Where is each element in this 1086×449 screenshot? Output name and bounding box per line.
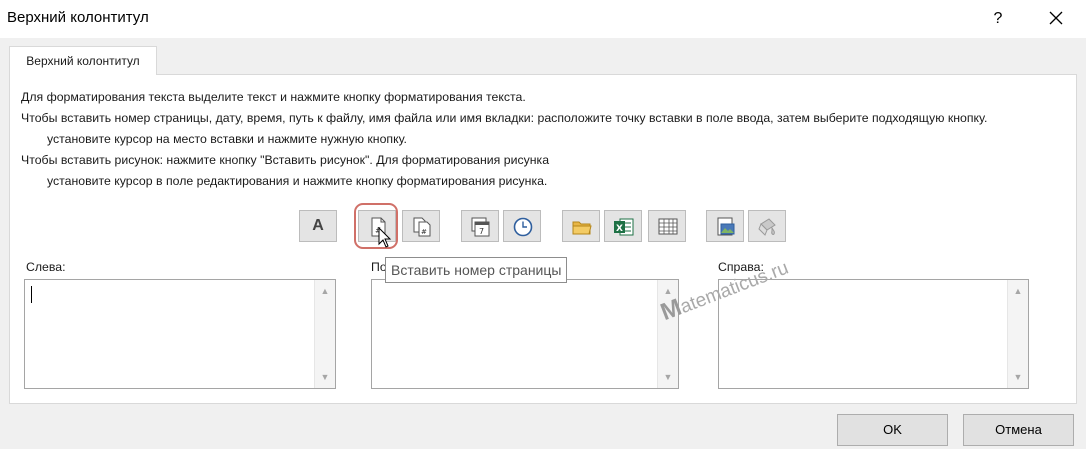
page-count-icon: # bbox=[413, 217, 431, 237]
ok-button[interactable]: OK bbox=[837, 414, 948, 446]
title-bar: Верхний колонтитул ? bbox=[0, 0, 1086, 38]
insert-sheet-name-button[interactable] bbox=[648, 210, 686, 242]
scroll-up-icon[interactable]: ▲ bbox=[1008, 282, 1028, 300]
insert-page-count-button[interactable]: # bbox=[402, 210, 440, 242]
close-button[interactable] bbox=[1036, 4, 1076, 34]
instruction-line-3: установите курсор на место вставки и наж… bbox=[47, 132, 407, 146]
format-text-button[interactable]: A bbox=[299, 210, 337, 242]
insert-file-path-button[interactable] bbox=[562, 210, 600, 242]
scroll-down-icon[interactable]: ▼ bbox=[1008, 368, 1028, 386]
svg-text:7: 7 bbox=[479, 227, 484, 236]
svg-text:#: # bbox=[421, 228, 427, 236]
text-caret bbox=[31, 286, 32, 303]
insert-time-button[interactable] bbox=[503, 210, 541, 242]
close-icon bbox=[1049, 11, 1063, 25]
left-section-input[interactable]: ▲ ▼ bbox=[24, 279, 336, 389]
left-section-scrollbar[interactable]: ▲ ▼ bbox=[314, 280, 335, 388]
instruction-line-2: Чтобы вставить номер страницы, дату, вре… bbox=[21, 111, 988, 125]
date-icon: 7 bbox=[471, 217, 490, 237]
instruction-line-4: Чтобы вставить рисунок: нажмите кнопку "… bbox=[21, 153, 550, 167]
format-text-icon: A bbox=[312, 217, 324, 234]
insert-date-button[interactable]: 7 bbox=[461, 210, 499, 242]
sheet-name-icon bbox=[658, 218, 678, 235]
file-path-icon bbox=[572, 221, 592, 235]
tab-header[interactable]: Верхний колонтитул bbox=[9, 46, 157, 75]
cancel-button[interactable]: Отмена bbox=[963, 414, 1074, 446]
tooltip: Вставить номер страницы bbox=[385, 257, 568, 283]
window-title: Верхний колонтитул bbox=[7, 9, 149, 26]
scroll-up-icon[interactable]: ▲ bbox=[315, 282, 335, 300]
format-picture-button[interactable] bbox=[748, 210, 786, 242]
right-section-input[interactable]: ▲ ▼ bbox=[718, 279, 1029, 389]
time-icon bbox=[513, 217, 533, 237]
instruction-line-5: установите курсор в поле редактирования … bbox=[47, 174, 548, 188]
format-picture-icon bbox=[758, 218, 776, 236]
left-section-label: Слева: bbox=[26, 260, 66, 274]
scroll-down-icon[interactable]: ▼ bbox=[315, 368, 335, 386]
insert-picture-icon bbox=[717, 217, 735, 236]
center-section-input[interactable]: ▲ ▼ bbox=[371, 279, 679, 389]
insert-picture-button[interactable] bbox=[706, 210, 744, 242]
insert-file-name-button[interactable]: X bbox=[604, 210, 642, 242]
right-section-scrollbar[interactable]: ▲ ▼ bbox=[1007, 280, 1028, 388]
file-name-icon: X bbox=[614, 218, 634, 236]
mouse-cursor-icon bbox=[378, 227, 392, 248]
instruction-line-1: Для форматирования текста выделите текст… bbox=[21, 90, 526, 104]
help-button[interactable]: ? bbox=[980, 4, 1016, 34]
scroll-down-icon[interactable]: ▼ bbox=[658, 368, 678, 386]
svg-text:X: X bbox=[616, 224, 623, 234]
